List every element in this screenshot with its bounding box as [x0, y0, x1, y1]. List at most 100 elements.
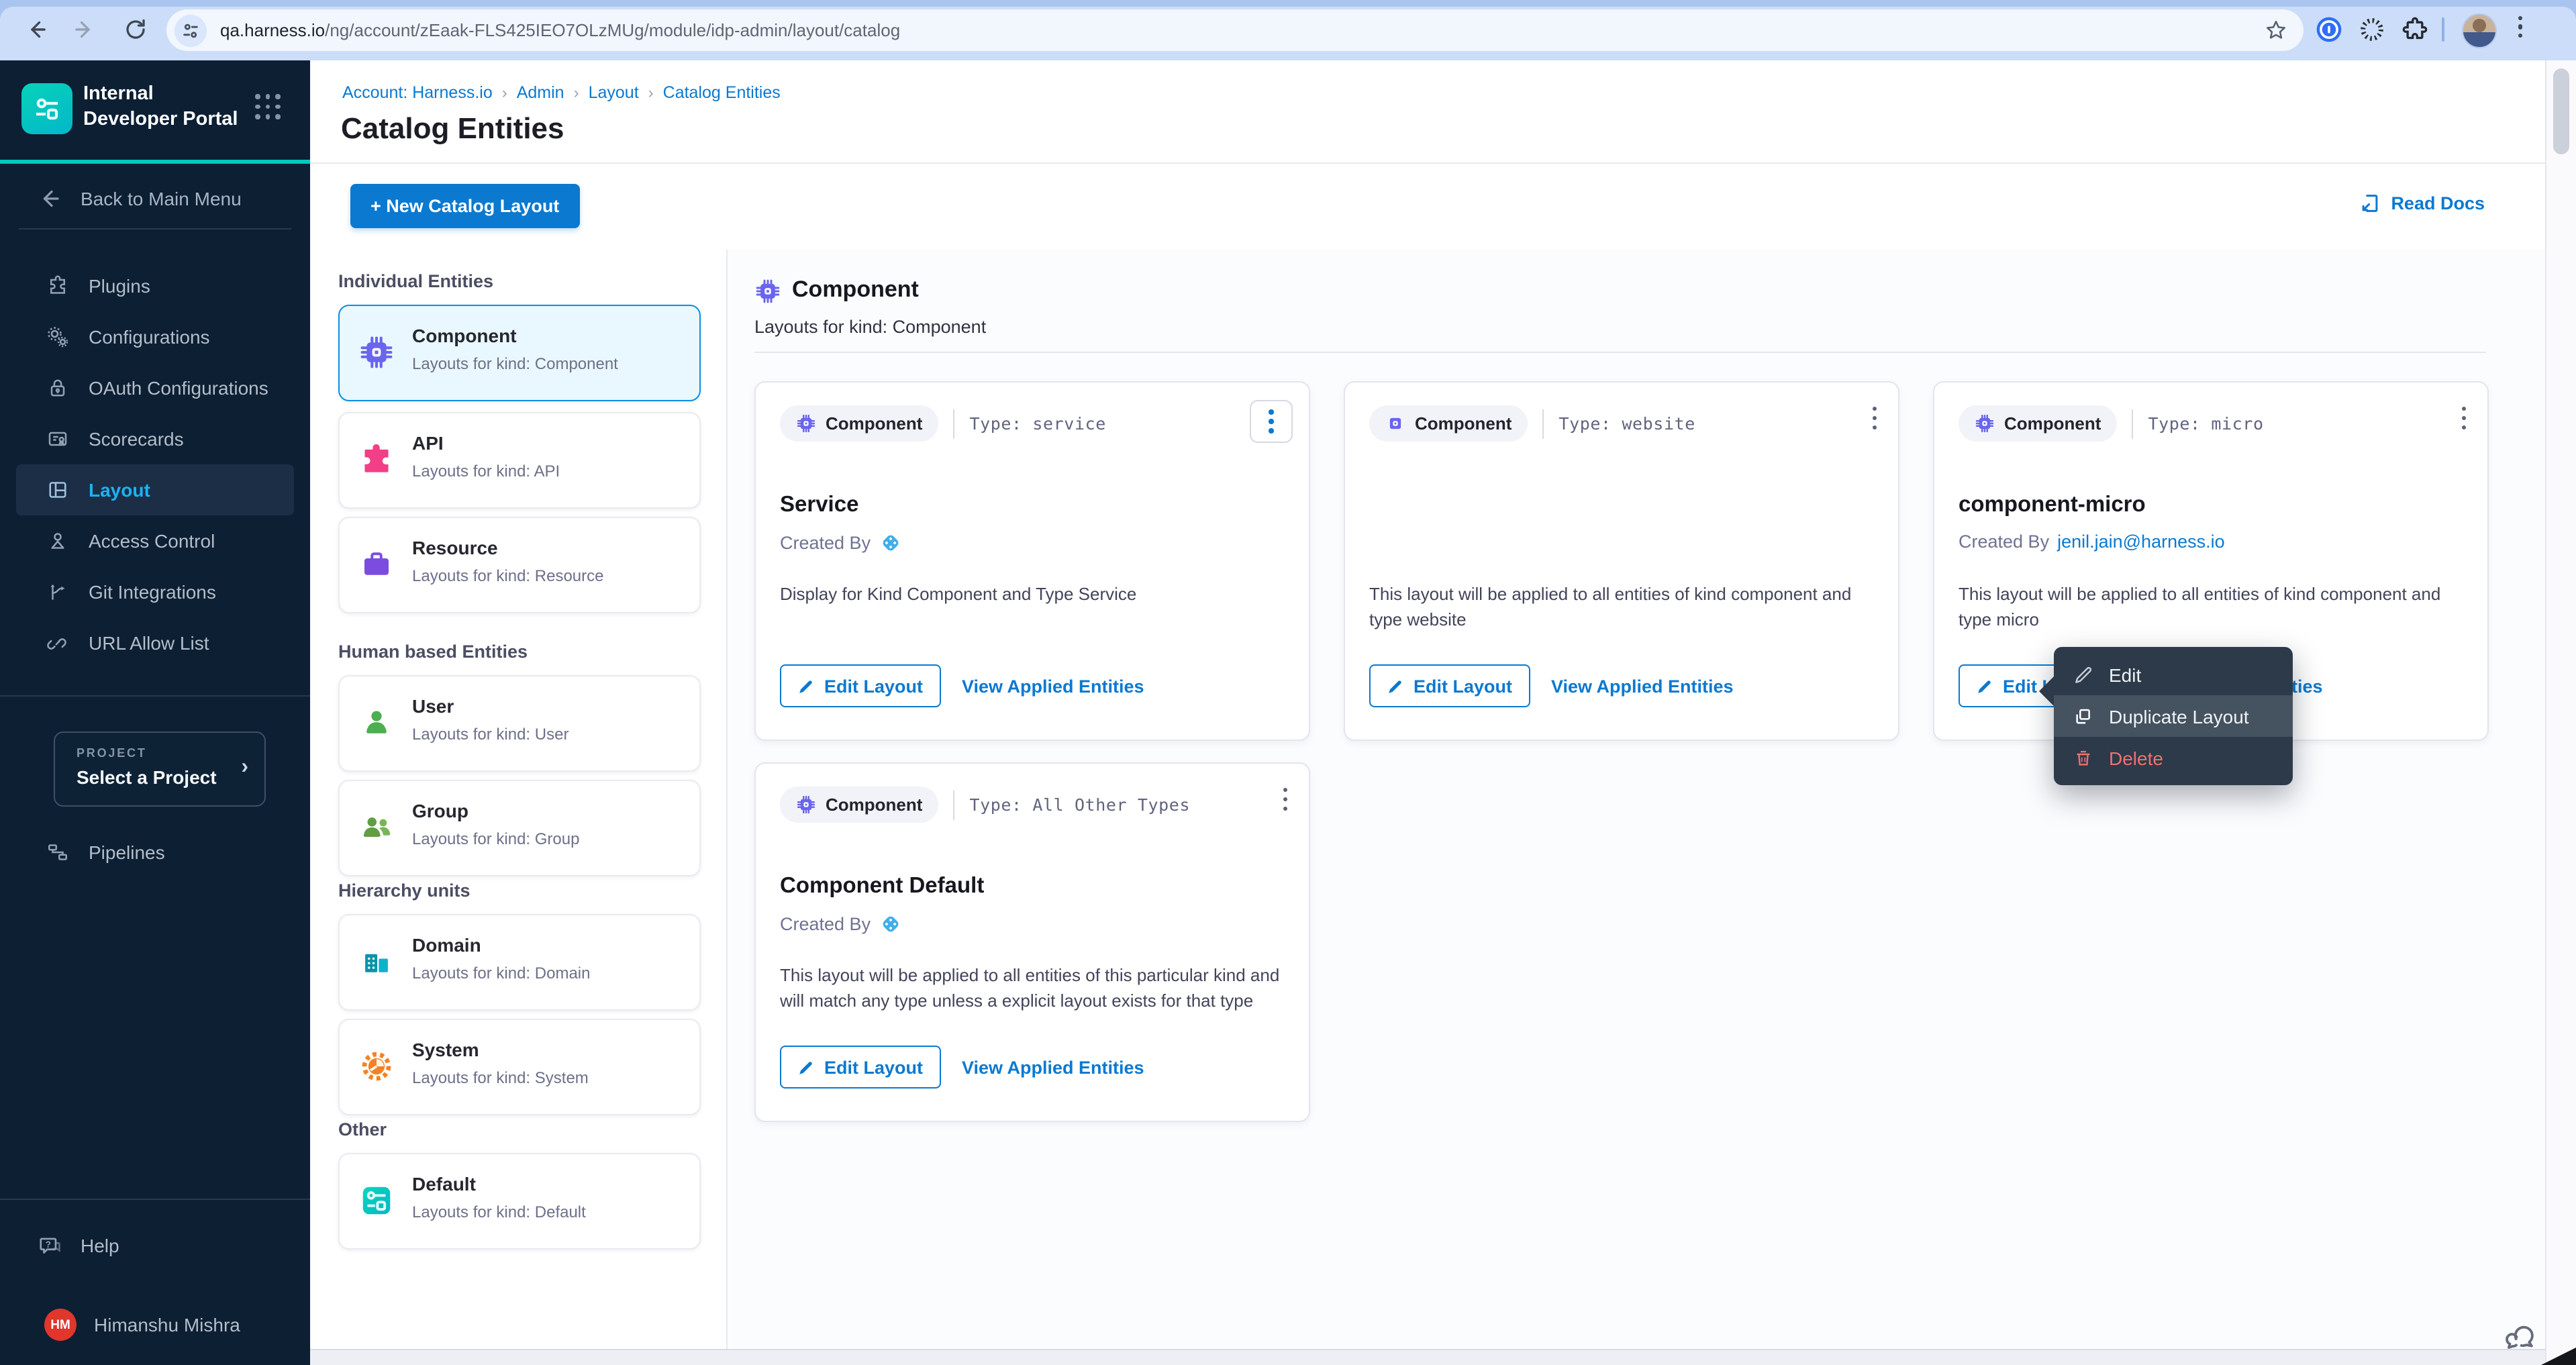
system-icon — [358, 1048, 395, 1084]
url-text[interactable]: qa.harness.io/ng/account/zEaak-FLS425IEO… — [220, 20, 2265, 40]
kind-desc: Layouts for kind: Component — [412, 354, 618, 373]
kind-badge: Component — [780, 405, 938, 442]
sidebar-item-url-allow-list[interactable]: URL Allow List — [16, 617, 294, 668]
layout-description: This layout will be applied to all entit… — [1369, 581, 1874, 632]
extensions-puzzle-icon[interactable] — [2401, 16, 2428, 43]
browser-profile-avatar[interactable] — [2462, 13, 2497, 48]
edit-layout-button[interactable]: Edit Layout — [780, 1046, 940, 1089]
password-manager-extension-icon[interactable] — [2314, 15, 2344, 44]
badge-label: Component — [826, 413, 922, 434]
component-icon — [1385, 413, 1405, 434]
sidebar-item-layout[interactable]: Layout — [16, 464, 294, 515]
card-menu-button[interactable] — [1283, 788, 1287, 811]
card-context-menu: Edit Duplicate Layout Delete — [2054, 647, 2293, 785]
breadcrumb-account[interactable]: Account: Harness.io — [342, 83, 493, 102]
view-applied-entities-link[interactable]: View Applied Entities — [962, 1057, 1144, 1077]
kind-desc: Layouts for kind: Resource — [412, 566, 604, 585]
read-docs-label: Read Docs — [2391, 193, 2485, 213]
kind-desc: Layouts for kind: Domain — [412, 964, 590, 982]
resource-icon — [358, 546, 395, 583]
sidebar-item-oauth-configurations[interactable]: OAuth Configurations — [16, 362, 294, 413]
idp-logo-icon[interactable] — [21, 83, 72, 134]
sidebar-item-configurations[interactable]: Configurations — [16, 311, 294, 362]
url-path: /ng/account/zEaak-FLS425IEO7OLzMUg/modul… — [325, 20, 900, 40]
address-bar[interactable]: qa.harness.io/ng/account/zEaak-FLS425IEO… — [166, 9, 2303, 51]
spinner-extension-icon[interactable] — [2359, 16, 2385, 43]
sidebar-item-access-control[interactable]: Access Control — [16, 515, 294, 566]
user-icon — [358, 705, 395, 741]
layout-description: This layout will be applied to all entit… — [780, 962, 1285, 1013]
scrollbar-thumb[interactable] — [2553, 68, 2569, 154]
sidebar-item-help[interactable]: ? Help — [0, 1223, 310, 1268]
edit-layout-button[interactable]: Edit Layout — [780, 664, 940, 707]
user-menu[interactable]: HM Himanshu Mishra — [0, 1298, 310, 1352]
harness-logo-icon — [879, 913, 901, 936]
kind-card-domain[interactable]: Domain Layouts for kind: Domain — [338, 914, 701, 1011]
user-avatar[interactable]: HM — [44, 1309, 77, 1341]
sidebar-item-scorecards[interactable]: Scorecards — [16, 413, 294, 464]
component-icon — [754, 278, 781, 305]
context-menu-duplicate-layout[interactable]: Duplicate Layout — [2054, 695, 2293, 737]
project-selector[interactable]: PROJECT Select a Project › — [54, 731, 266, 807]
kind-card-component[interactable]: Component Layouts for kind: Component — [338, 305, 701, 401]
section-heading: Hierarchy units — [338, 880, 470, 901]
context-menu-delete[interactable]: Delete — [2054, 737, 2293, 778]
back-to-main-menu[interactable]: Back to Main Menu — [0, 176, 310, 221]
layout-title: component-micro — [1959, 493, 2146, 518]
created-by-email-link[interactable]: jenil.jain@harness.io — [2057, 532, 2225, 552]
project-label: PROJECT — [77, 746, 147, 760]
component-icon — [1975, 413, 1995, 434]
kind-card-resource[interactable]: Resource Layouts for kind: Resource — [338, 517, 701, 613]
kind-desc: Layouts for kind: Default — [412, 1203, 586, 1221]
sidebar-item-pipelines[interactable]: Pipelines — [16, 827, 294, 878]
browser-reload-icon[interactable] — [123, 17, 148, 42]
context-menu-edit[interactable]: Edit — [2054, 654, 2293, 695]
layout-title: Component Default — [780, 874, 984, 899]
kind-card-default[interactable]: Default Layouts for kind: Default — [338, 1153, 701, 1250]
sidebar-item-plugins[interactable]: Plugins — [16, 260, 294, 311]
new-catalog-layout-button[interactable]: + New Catalog Layout — [350, 184, 579, 228]
pencil-icon — [797, 1058, 815, 1076]
read-docs-link[interactable]: Read Docs — [2359, 192, 2485, 215]
module-grid-icon[interactable] — [255, 94, 282, 121]
kind-header-subtitle: Layouts for kind: Component — [754, 317, 986, 337]
user-name: Himanshu Mishra — [94, 1314, 240, 1335]
sidebar-item-git-integrations[interactable]: Git Integrations — [16, 566, 294, 617]
breadcrumb-layout[interactable]: Layout — [589, 83, 639, 102]
site-settings-icon[interactable] — [175, 14, 207, 46]
view-applied-entities-link[interactable]: View Applied Entities — [1551, 676, 1734, 696]
sidebar-item-label: Layout — [89, 479, 150, 501]
pencil-icon — [1387, 677, 1404, 695]
chevron-right-icon: › — [241, 756, 248, 780]
edit-layout-button[interactable]: Edit Layout — [1369, 664, 1530, 707]
page-header: Account: Harness.io › Admin › Layout › C… — [310, 60, 2576, 250]
created-by: Created By — [780, 532, 901, 554]
breadcrumb-admin[interactable]: Admin — [517, 83, 564, 102]
breadcrumb-catalog-entities[interactable]: Catalog Entities — [663, 83, 781, 102]
browser-back-icon[interactable] — [24, 17, 48, 42]
type-label: Type: service — [969, 413, 1105, 434]
card-menu-button[interactable] — [1872, 407, 1877, 429]
screen-corner-artifact — [2541, 1348, 2576, 1365]
kind-card-user[interactable]: User Layouts for kind: User — [338, 675, 701, 772]
back-label: Back to Main Menu — [81, 188, 242, 209]
layout-card-service: Component Type: service Service Created … — [754, 381, 1310, 741]
bookmark-star-icon[interactable] — [2265, 19, 2287, 42]
pencil-icon — [1976, 677, 1993, 695]
kind-card-system[interactable]: System Layouts for kind: System — [338, 1019, 701, 1115]
sidebar-item-label: Configurations — [89, 326, 210, 348]
view-applied-entities-link[interactable]: View Applied Entities — [962, 676, 1144, 696]
card-menu-button[interactable] — [2461, 407, 2466, 429]
card-menu-button[interactable] — [1250, 400, 1293, 443]
read-docs-icon — [2359, 192, 2381, 215]
url-host: qa.harness.io — [220, 20, 325, 40]
created-by-label: Created By — [780, 533, 871, 553]
browser-chrome: qa.harness.io/ng/account/zEaak-FLS425IEO… — [0, 0, 2576, 60]
kind-card-group[interactable]: Group Layouts for kind: Group — [338, 780, 701, 876]
project-value: Select a Project — [77, 766, 217, 788]
chat-help-icon[interactable] — [2502, 1318, 2538, 1354]
browser-forward-icon[interactable] — [72, 17, 97, 42]
browser-menu-icon[interactable] — [2518, 16, 2523, 38]
kind-card-api[interactable]: API Layouts for kind: API — [338, 412, 701, 509]
scrollbar[interactable] — [2545, 60, 2576, 1365]
